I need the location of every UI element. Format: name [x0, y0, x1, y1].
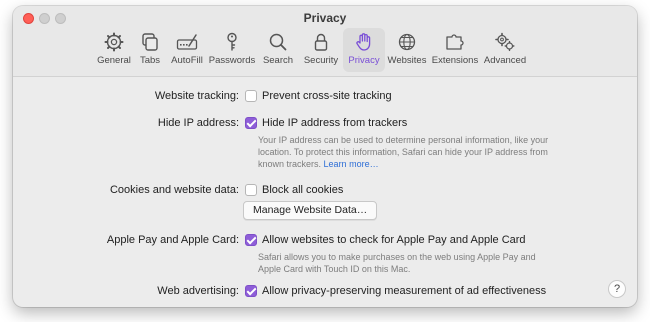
apple-pay-label: Apple Pay and Apple Card:	[106, 234, 239, 246]
prevent-cross-site-tracking-text[interactable]: Prevent cross-site tracking	[262, 90, 392, 102]
key-icon	[227, 32, 237, 51]
web-advertising-label: Web advertising:	[157, 285, 239, 297]
website-tracking-label: Website tracking:	[154, 90, 239, 102]
tab-advanced-label: Advanced	[483, 55, 527, 66]
hide-ip-checkbox[interactable]	[245, 117, 257, 129]
privacy-settings-panel: Website tracking: Prevent cross-site tra…	[13, 77, 637, 307]
gear-icon	[104, 32, 124, 52]
tab-passwords-label: Passwords	[208, 55, 256, 66]
globe-icon	[398, 33, 416, 51]
tab-security-label: Security	[303, 55, 339, 66]
tab-security[interactable]: Security	[299, 28, 343, 72]
tab-search-label: Search	[262, 55, 294, 66]
manage-data-row: Manage Website Data…	[13, 201, 637, 220]
tab-websites[interactable]: Websites	[385, 28, 429, 72]
tab-autofill-label: AutoFill	[171, 55, 203, 66]
title-bar: Privacy General Tabs AutoFill Passwords …	[13, 6, 637, 77]
block-all-cookies-checkbox[interactable]	[245, 184, 257, 196]
hide-ip-text[interactable]: Hide IP address from trackers	[262, 117, 407, 129]
tab-tabs-label: Tabs	[139, 55, 161, 66]
hide-ip-label: Hide IP address:	[157, 117, 239, 129]
block-all-cookies-text[interactable]: Block all cookies	[262, 184, 343, 196]
tab-privacy[interactable]: Privacy	[343, 28, 385, 72]
apple-pay-row: Apple Pay and Apple Card: Allow websites…	[13, 232, 637, 250]
tab-passwords[interactable]: Passwords	[207, 28, 257, 72]
tabs-icon	[142, 33, 158, 51]
hide-ip-description-text: Your IP address can be used to determine…	[258, 135, 549, 169]
hide-ip-row: Hide IP address: Hide IP address from tr…	[13, 115, 637, 133]
tab-search[interactable]: Search	[257, 28, 299, 72]
tab-advanced[interactable]: Advanced	[481, 28, 529, 72]
prevent-cross-site-tracking-checkbox[interactable]	[245, 90, 257, 102]
apple-pay-description: Safari allows you to make purchases on t…	[258, 251, 538, 275]
puzzle-icon	[446, 34, 464, 50]
manage-website-data-button[interactable]: Manage Website Data…	[243, 201, 378, 220]
lock-icon	[314, 33, 328, 51]
learn-more-link[interactable]: Learn more…	[324, 159, 379, 169]
magnifier-icon	[269, 33, 287, 51]
tab-privacy-label: Privacy	[348, 55, 380, 66]
tab-extensions[interactable]: Extensions	[429, 28, 481, 72]
cookies-label: Cookies and website data:	[109, 184, 239, 196]
ad-measurement-text[interactable]: Allow privacy-preserving measurement of …	[262, 285, 546, 297]
ad-measurement-checkbox[interactable]	[245, 285, 257, 297]
tab-websites-label: Websites	[387, 55, 427, 66]
preferences-toolbar: General Tabs AutoFill Passwords Search S…	[95, 28, 529, 72]
hand-icon	[356, 33, 371, 51]
tab-general[interactable]: General	[95, 28, 133, 72]
apple-pay-description-text: Safari allows you to make purchases on t…	[258, 252, 536, 274]
autofill-icon	[176, 34, 198, 50]
tab-tabs[interactable]: Tabs	[133, 28, 167, 72]
gears-icon	[495, 32, 515, 52]
apple-pay-checkbox[interactable]	[245, 234, 257, 246]
help-button[interactable]: ?	[608, 280, 626, 298]
hide-ip-description: Your IP address can be used to determine…	[258, 134, 558, 170]
tab-autofill[interactable]: AutoFill	[167, 28, 207, 72]
cookies-row: Cookies and website data: Block all cook…	[13, 182, 637, 200]
web-advertising-row: Web advertising: Allow privacy-preservin…	[13, 283, 637, 301]
window-title: Privacy	[303, 11, 347, 25]
apple-pay-text[interactable]: Allow websites to check for Apple Pay an…	[262, 234, 526, 246]
tab-extensions-label: Extensions	[431, 55, 479, 66]
tab-general-label: General	[97, 55, 131, 66]
website-tracking-row: Website tracking: Prevent cross-site tra…	[13, 88, 637, 106]
safari-preferences-window: Privacy General Tabs AutoFill Passwords …	[13, 6, 637, 307]
